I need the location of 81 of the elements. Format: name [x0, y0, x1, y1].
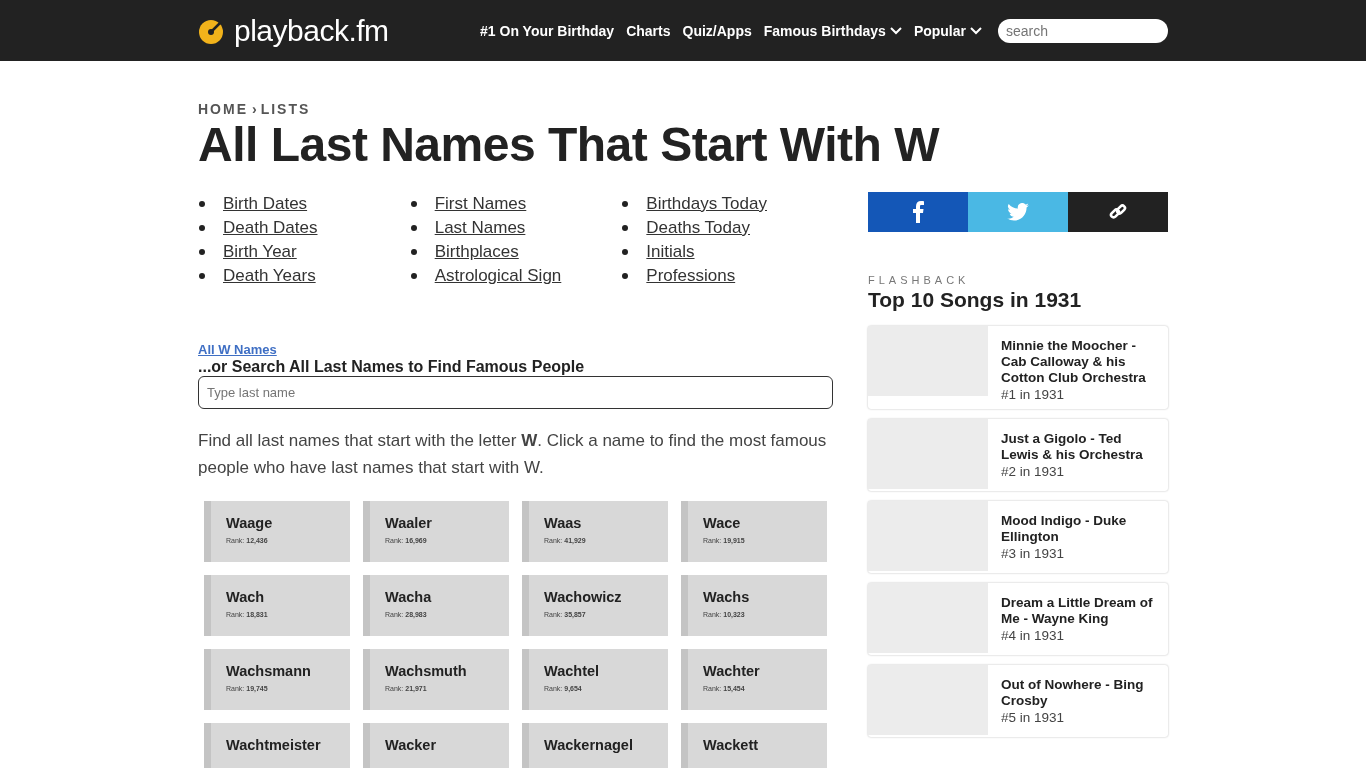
last-name: Wachsmann [226, 662, 312, 679]
song-card[interactable]: Out of Nowhere - Bing Crosby #5 in 1931 [868, 664, 1168, 737]
last-name: Wachter [703, 662, 761, 679]
category-link[interactable]: First Names [434, 193, 527, 214]
bullet-icon [622, 200, 629, 207]
last-name: Wachowicz [544, 588, 623, 605]
search-field[interactable]: search [998, 18, 1168, 43]
name-card[interactable]: Wackett [681, 722, 827, 768]
category-link[interactable]: Birth Dates [223, 193, 308, 214]
bullet-icon [199, 272, 205, 279]
last-name: Wachs [703, 588, 751, 605]
song-rank: #4 in 1931 [1001, 626, 1066, 644]
site-logo[interactable]: playback.fm [234, 13, 389, 48]
nav-link[interactable]: #1 On Your Birthday [480, 22, 615, 39]
category-link[interactable]: Death Years [223, 265, 316, 286]
song-title: Mood Indigo - Duke Ellington [1001, 512, 1128, 545]
last-name: Wachsmuth [385, 662, 468, 679]
intro-paragraph: Find all last names that start with the letter W. Click a name to find the most famous people who have last names that start with W. [198, 429, 828, 479]
bird-icon [1007, 202, 1029, 221]
song-title: Dream a Little Dream of Me - Wayne King [1001, 594, 1154, 627]
facebook-icon [912, 200, 924, 223]
last-name: Wachtmeister [226, 736, 322, 753]
last-name: Waaler [385, 514, 433, 531]
category-link[interactable]: Initials [646, 241, 695, 262]
song-card[interactable]: Mood Indigo - Duke Ellington #3 in 1931 [868, 500, 1168, 573]
category-link[interactable]: Birthdays Today [646, 193, 767, 214]
last-name: Waas [544, 514, 583, 531]
bullet-icon [622, 248, 629, 255]
bullet-icon [410, 224, 417, 231]
all-names-link[interactable]: All W Names [198, 341, 277, 357]
category-link[interactable]: Birthplaces [434, 241, 519, 262]
bullet-icon [199, 248, 205, 255]
bullet-icon [410, 200, 417, 207]
bullet-icon [199, 224, 205, 231]
category-link[interactable]: Astrological Sign [434, 265, 562, 286]
song-rank: #2 in 1931 [1001, 462, 1066, 480]
category-link[interactable]: Birth Year [223, 241, 297, 262]
last-name: Wacha [385, 588, 433, 605]
breadcrumb-link[interactable]: HOME [198, 101, 248, 117]
link-icon [1109, 202, 1127, 221]
section-label: FLASHBACK [868, 273, 971, 286]
breadcrumb-separator: › [252, 101, 257, 117]
last-name: Wackett [703, 736, 760, 753]
bullet-icon [622, 224, 629, 231]
last-name: Wach [226, 588, 266, 605]
song-card[interactable]: Just a Gigolo - Ted Lewis & his Orchestra #2 in 1931 [868, 418, 1168, 491]
nav-link[interactable]: Famous Birthdays [763, 22, 902, 39]
category-link[interactable]: Deaths Today [646, 217, 750, 238]
nav-link[interactable]: Popular [913, 22, 982, 39]
song-title: Minnie the Moocher - Cab Calloway & his Cotton Club Orchestra [1001, 337, 1147, 386]
category-link[interactable]: Last Names [434, 217, 526, 238]
song-rank: #1 in 1931 [1001, 385, 1066, 403]
facebook-share-button[interactable] [868, 191, 968, 232]
page-title: All Last Names That Start With W [198, 119, 941, 172]
name-card[interactable]: Wachtmeister [204, 722, 350, 768]
last-name: Wace [703, 514, 742, 531]
last-name: Wacker [385, 736, 438, 753]
category-link[interactable]: Death Dates [223, 217, 318, 238]
song-title: Just a Gigolo - Ted Lewis & his Orchestra [1001, 430, 1144, 463]
breadcrumb-link[interactable]: LISTS [260, 101, 311, 117]
category-link[interactable]: Professions [646, 265, 736, 286]
section-title: Top 10 Songs in 1931 [868, 287, 1083, 312]
link-share-button[interactable] [1068, 191, 1168, 232]
nav-link[interactable]: Charts [626, 22, 671, 39]
song-card[interactable]: Dream a Little Dream of Me - Wayne King #4 in 1931 [868, 582, 1168, 655]
nav-link[interactable]: Quiz/Apps [682, 22, 752, 39]
song-title: Out of Nowhere - Bing Crosby [1001, 676, 1145, 709]
bullet-icon [410, 272, 417, 279]
song-rank: #5 in 1931 [1001, 708, 1066, 726]
last-name: Wachtel [544, 662, 601, 679]
song-card[interactable]: Minnie the Moocher - Cab Calloway & his Cotton Club Orchestra #1 in 1931 [868, 325, 1168, 409]
name-card[interactable]: Wacker [363, 722, 509, 768]
bullet-icon [410, 248, 417, 255]
last-name: Wackernagel [544, 736, 634, 753]
bullet-icon [622, 272, 629, 279]
name-card[interactable]: Wackernagel [522, 722, 668, 768]
song-rank: #3 in 1931 [1001, 544, 1066, 562]
bullet-icon [199, 200, 205, 207]
search-heading: ...or Search All Last Names to Find Famous People [198, 357, 586, 376]
name-search-field[interactable]: Type last name [198, 375, 833, 409]
last-name: Waage [226, 514, 274, 531]
